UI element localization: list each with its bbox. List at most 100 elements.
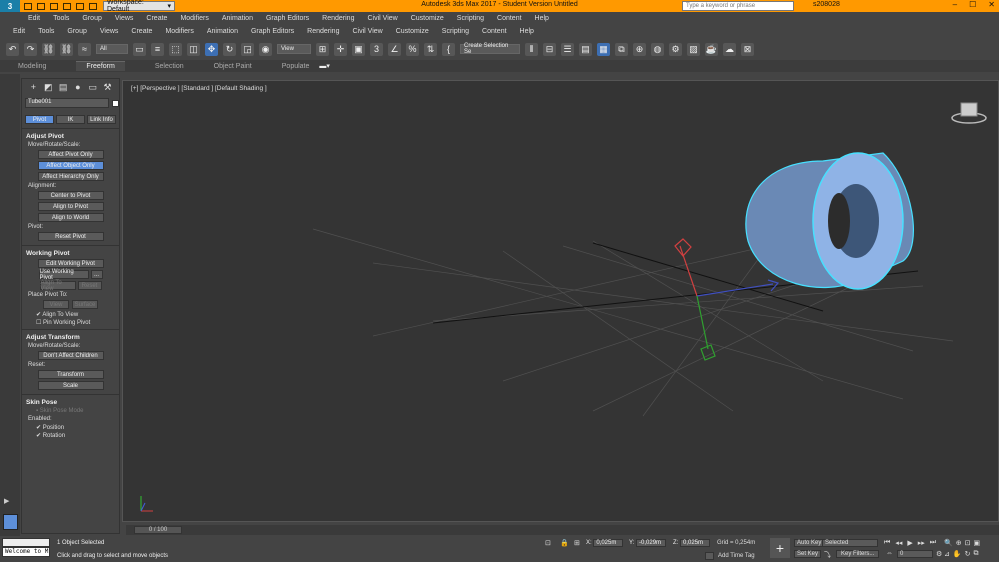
edit-working-pivot-button[interactable]: Edit Working Pivot bbox=[37, 259, 104, 268]
menu2-animation[interactable]: Animation bbox=[207, 28, 238, 35]
search-input[interactable]: Type a keyword or phrase bbox=[682, 1, 794, 11]
menu2-graph-editors[interactable]: Graph Editors bbox=[251, 28, 294, 35]
zoom-extents-all-icon[interactable]: ▣ bbox=[973, 539, 980, 547]
key-mode-toggle-icon[interactable]: ⇔ bbox=[886, 550, 893, 557]
key-filters-button[interactable]: Key Filters... bbox=[836, 550, 880, 558]
perspective-viewport[interactable]: [+] [Perspective ] [Standard ] [Default … bbox=[122, 80, 999, 522]
minimize-icon[interactable]: – bbox=[953, 0, 957, 9]
selection-lock-icon[interactable]: 🔒 bbox=[560, 539, 569, 547]
adjust-pivot-title[interactable]: Adjust Pivot bbox=[26, 133, 115, 140]
maxscript-listener[interactable]: Welcome to M bbox=[2, 547, 50, 557]
menu-customize[interactable]: Customize bbox=[411, 15, 444, 22]
working-pivot-title[interactable]: Working Pivot bbox=[26, 250, 115, 257]
align-to-view-button[interactable]: Align To View bbox=[39, 280, 76, 292]
viewcube-icon[interactable] bbox=[951, 102, 987, 124]
menu2-create[interactable]: Create bbox=[131, 28, 152, 35]
align-icon[interactable]: ⊟ bbox=[543, 42, 556, 56]
window-crossing-icon[interactable]: ◫ bbox=[187, 42, 200, 56]
mirror-icon[interactable]: ⫴ bbox=[525, 42, 538, 56]
zoom-icon[interactable]: 🔍 bbox=[944, 539, 953, 547]
orbit-icon[interactable]: ↻ bbox=[965, 550, 971, 558]
ik-button[interactable]: IK bbox=[56, 115, 85, 124]
menu-graph-editors[interactable]: Graph Editors bbox=[266, 15, 309, 22]
render-a360-icon[interactable]: ⊠ bbox=[741, 42, 754, 56]
use-working-pivot-button[interactable]: Use Working Pivot bbox=[38, 269, 89, 281]
menu2-civil-view[interactable]: Civil View bbox=[352, 28, 382, 35]
tube-object[interactable] bbox=[745, 152, 914, 290]
unlink-icon[interactable]: ⛓ bbox=[60, 42, 73, 56]
align-to-pivot-button[interactable]: Align to Pivot bbox=[37, 202, 104, 211]
time-configuration-icon[interactable]: ⚙ bbox=[936, 550, 942, 558]
set-key-big-icon[interactable]: + bbox=[770, 538, 790, 558]
bind-space-warp-icon[interactable]: ≈ bbox=[78, 42, 91, 56]
angle-snap-icon[interactable]: ∠ bbox=[388, 42, 401, 56]
z-field[interactable]: 0,025m bbox=[680, 539, 711, 547]
place-surface-button[interactable]: Surface bbox=[72, 300, 98, 309]
menu-modifiers[interactable]: Modifiers bbox=[180, 15, 208, 22]
play-icon[interactable]: ▶ bbox=[907, 539, 912, 547]
menu2-rendering[interactable]: Rendering bbox=[307, 28, 339, 35]
menu-views[interactable]: Views bbox=[115, 15, 134, 22]
user-account[interactable]: s208028 bbox=[813, 1, 840, 8]
motion-tab-icon[interactable]: ● bbox=[72, 82, 83, 92]
object-color-swatch[interactable] bbox=[112, 99, 119, 107]
display-tab-icon[interactable]: ▭ bbox=[87, 82, 98, 92]
menu2-customize[interactable]: Customize bbox=[396, 28, 429, 35]
x-field[interactable]: 0,025m bbox=[593, 539, 624, 547]
select-and-rotate-icon[interactable]: ↻ bbox=[223, 42, 236, 56]
zoom-extents-icon[interactable]: ⊡ bbox=[965, 539, 971, 547]
previous-frame-icon[interactable]: ◂◂ bbox=[895, 539, 902, 547]
pin-working-pivot-checkbox[interactable]: ☐ Pin Working Pivot bbox=[36, 319, 105, 326]
tab-freeform[interactable]: Freeform bbox=[76, 61, 125, 71]
reference-coord-dropdown[interactable]: View bbox=[277, 44, 311, 54]
create-tab-icon[interactable]: + bbox=[28, 82, 39, 92]
zoom-all-icon[interactable]: ⊕ bbox=[956, 539, 962, 547]
tab-selection[interactable]: Selection bbox=[155, 63, 184, 70]
menu2-tools[interactable]: Tools bbox=[38, 28, 54, 35]
select-object-icon[interactable]: ▭ bbox=[133, 42, 146, 56]
render-setup-icon[interactable]: ⚙ bbox=[669, 42, 682, 56]
affect-pivot-only-button[interactable]: Affect Pivot Only bbox=[37, 150, 104, 159]
position-checkbox[interactable]: ✔ Position bbox=[36, 424, 105, 431]
skin-pose-mode-checkbox[interactable]: ▪ Skin Pose Mode bbox=[36, 408, 105, 414]
render-production-icon[interactable]: ☕ bbox=[705, 42, 718, 56]
time-slider[interactable]: 0 / 100 bbox=[134, 526, 182, 534]
object-name-field[interactable]: Tube001 bbox=[25, 98, 110, 108]
dont-affect-children-button[interactable]: Don't Affect Children bbox=[37, 351, 104, 360]
menu2-scripting[interactable]: Scripting bbox=[442, 28, 469, 35]
toggle-ribbon-icon[interactable]: ▦ bbox=[597, 42, 610, 56]
reset-scale-button[interactable]: Scale bbox=[37, 381, 104, 390]
undo-icon[interactable]: ↶ bbox=[6, 42, 19, 56]
pivot-point-center-icon[interactable]: ⊞ bbox=[316, 42, 329, 56]
select-and-move-icon[interactable]: ✥ bbox=[205, 42, 218, 56]
keyboard-shortcut-override-icon[interactable]: ▣ bbox=[352, 42, 365, 56]
key-mode-dropdown[interactable]: Selected bbox=[822, 539, 878, 547]
maximize-icon[interactable]: ☐ bbox=[969, 0, 976, 9]
viewport-label[interactable]: [+] [Perspective ] [Standard ] [Default … bbox=[131, 85, 267, 92]
menu2-content[interactable]: Content bbox=[482, 28, 507, 35]
link-info-button[interactable]: Link Info bbox=[87, 115, 116, 124]
isolate-selection-icon[interactable]: ⊡ bbox=[545, 539, 551, 547]
tab-object-paint[interactable]: Object Paint bbox=[214, 63, 252, 70]
menu2-modifiers[interactable]: Modifiers bbox=[165, 28, 193, 35]
current-frame-field[interactable]: 0 bbox=[897, 550, 933, 558]
spinner-snap-icon[interactable]: ⇅ bbox=[424, 42, 437, 56]
menu-group[interactable]: Group bbox=[82, 15, 101, 22]
select-manipulate-icon[interactable]: ✛ bbox=[334, 42, 347, 56]
selection-filter-dropdown[interactable]: All bbox=[96, 44, 128, 54]
goto-end-icon[interactable]: ⏭ bbox=[930, 539, 936, 547]
tab-populate[interactable]: Populate bbox=[282, 63, 310, 70]
place-view-button[interactable]: View bbox=[43, 300, 69, 309]
center-to-pivot-button[interactable]: Center to Pivot bbox=[37, 191, 104, 200]
time-slider-track[interactable]: 0 / 100 bbox=[126, 525, 999, 535]
modify-tab-icon[interactable]: ◩ bbox=[43, 82, 54, 92]
redo-icon[interactable]: ↷ bbox=[24, 42, 37, 56]
auto-key-button[interactable]: Auto Key bbox=[794, 539, 825, 547]
next-frame-icon[interactable]: ▸▸ bbox=[918, 539, 925, 547]
menu-rendering[interactable]: Rendering bbox=[322, 15, 354, 22]
viewport-layout-icon[interactable] bbox=[3, 514, 18, 530]
skin-pose-title[interactable]: Skin Pose bbox=[26, 399, 115, 406]
toggle-scene-explorer-icon[interactable]: ☰ bbox=[561, 42, 574, 56]
ribbon-options-icon[interactable]: ▬▾ bbox=[319, 62, 330, 70]
snaps-toggle-icon[interactable]: 3 bbox=[370, 42, 383, 56]
